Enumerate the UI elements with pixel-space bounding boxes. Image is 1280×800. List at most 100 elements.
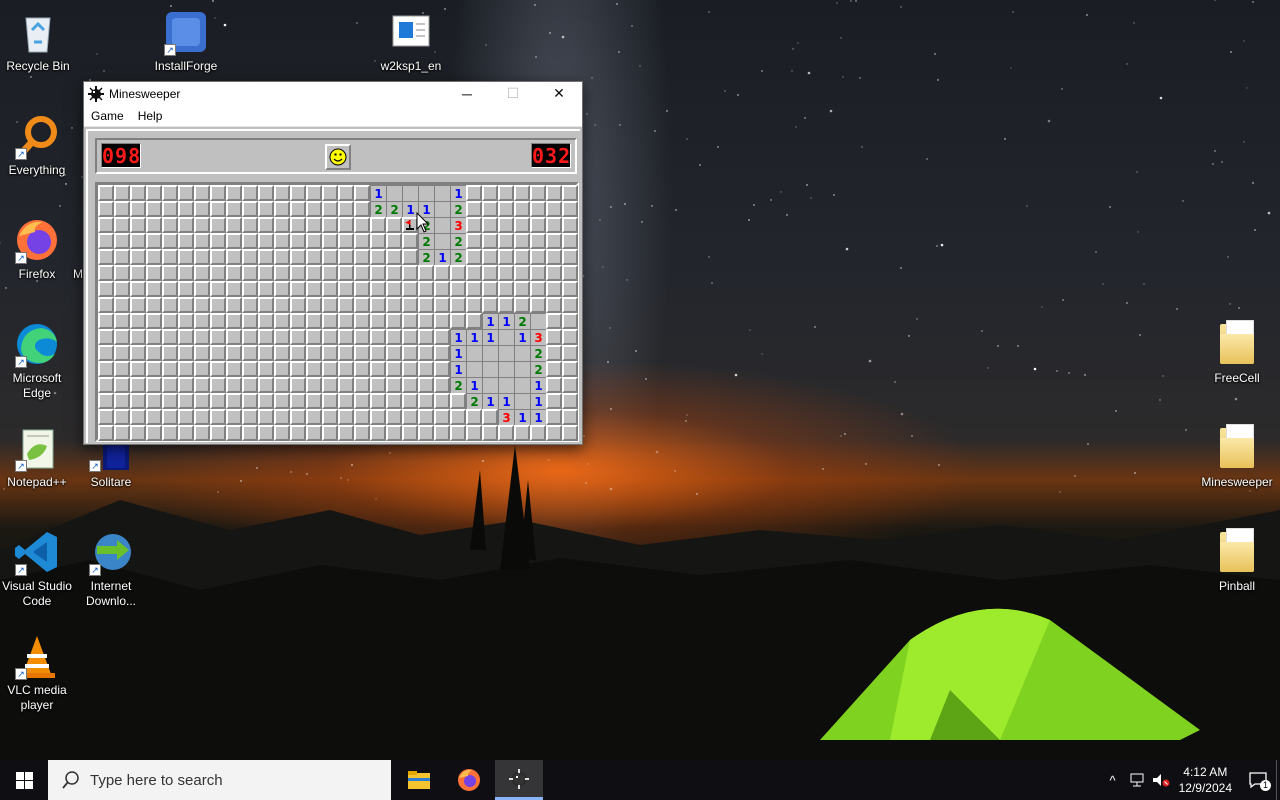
hidden-cell[interactable] bbox=[402, 313, 418, 329]
menu-help[interactable]: Help bbox=[131, 109, 170, 123]
hidden-cell[interactable] bbox=[210, 409, 226, 425]
hidden-cell[interactable] bbox=[146, 217, 162, 233]
hidden-cell[interactable] bbox=[226, 313, 242, 329]
hidden-cell[interactable] bbox=[450, 393, 466, 409]
hidden-cell[interactable] bbox=[162, 361, 178, 377]
hidden-cell[interactable] bbox=[322, 233, 338, 249]
hidden-cell[interactable] bbox=[370, 249, 386, 265]
hidden-cell[interactable] bbox=[178, 297, 194, 313]
desktop-icon-minesweeper-folder[interactable]: Minesweeper bbox=[1199, 424, 1275, 490]
number-cell[interactable]: 2 bbox=[450, 233, 466, 249]
hidden-cell[interactable] bbox=[546, 249, 562, 265]
number-cell[interactable]: 1 bbox=[466, 329, 482, 345]
hidden-cell[interactable] bbox=[98, 185, 114, 201]
hidden-cell[interactable] bbox=[114, 249, 130, 265]
hidden-cell[interactable] bbox=[98, 409, 114, 425]
hidden-cell[interactable] bbox=[450, 297, 466, 313]
hidden-cell[interactable] bbox=[274, 345, 290, 361]
hidden-cell[interactable] bbox=[338, 425, 354, 441]
hidden-cell[interactable] bbox=[258, 393, 274, 409]
hidden-cell[interactable] bbox=[466, 233, 482, 249]
hidden-cell[interactable] bbox=[402, 297, 418, 313]
hidden-cell[interactable] bbox=[274, 249, 290, 265]
hidden-cell[interactable] bbox=[322, 409, 338, 425]
hidden-cell[interactable] bbox=[386, 409, 402, 425]
hidden-cell[interactable] bbox=[322, 361, 338, 377]
number-cell[interactable]: 2 bbox=[530, 345, 546, 361]
hidden-cell[interactable] bbox=[322, 425, 338, 441]
revealed-cell[interactable] bbox=[386, 185, 402, 201]
hidden-cell[interactable] bbox=[466, 265, 482, 281]
hidden-cell[interactable] bbox=[322, 377, 338, 393]
number-cell[interactable]: 1 bbox=[466, 377, 482, 393]
hidden-cell[interactable] bbox=[514, 233, 530, 249]
hidden-cell[interactable] bbox=[178, 249, 194, 265]
hidden-cell[interactable] bbox=[386, 361, 402, 377]
new-game-button[interactable] bbox=[325, 144, 351, 170]
hidden-cell[interactable] bbox=[290, 329, 306, 345]
hidden-cell[interactable] bbox=[258, 409, 274, 425]
show-desktop-button[interactable] bbox=[1276, 760, 1280, 800]
hidden-cell[interactable] bbox=[562, 233, 578, 249]
hidden-cell[interactable] bbox=[530, 233, 546, 249]
hidden-cell[interactable] bbox=[546, 361, 562, 377]
notification-center-button[interactable]: 1 bbox=[1240, 760, 1276, 800]
desktop-icon-vlc[interactable]: ↗ VLC media player bbox=[0, 632, 75, 713]
hidden-cell[interactable] bbox=[114, 393, 130, 409]
hidden-cell[interactable] bbox=[338, 313, 354, 329]
revealed-cell[interactable] bbox=[402, 185, 418, 201]
hidden-cell[interactable] bbox=[546, 217, 562, 233]
hidden-cell[interactable] bbox=[242, 249, 258, 265]
revealed-cell[interactable] bbox=[514, 393, 530, 409]
hidden-cell[interactable] bbox=[274, 377, 290, 393]
desktop-icon-installforge[interactable]: ↗ InstallForge bbox=[148, 8, 224, 74]
hidden-cell[interactable] bbox=[98, 201, 114, 217]
hidden-cell[interactable] bbox=[114, 425, 130, 441]
hidden-cell[interactable] bbox=[306, 377, 322, 393]
hidden-cell[interactable] bbox=[130, 329, 146, 345]
hidden-cell[interactable] bbox=[226, 361, 242, 377]
menu-game[interactable]: Game bbox=[84, 109, 131, 123]
hidden-cell[interactable] bbox=[370, 377, 386, 393]
hidden-cell[interactable] bbox=[130, 281, 146, 297]
hidden-cell[interactable] bbox=[258, 217, 274, 233]
hidden-cell[interactable] bbox=[162, 217, 178, 233]
hidden-cell[interactable] bbox=[178, 345, 194, 361]
hidden-cell[interactable] bbox=[274, 425, 290, 441]
hidden-cell[interactable] bbox=[162, 265, 178, 281]
hidden-cell[interactable] bbox=[98, 297, 114, 313]
hidden-cell[interactable] bbox=[242, 425, 258, 441]
hidden-cell[interactable] bbox=[482, 233, 498, 249]
hidden-cell[interactable] bbox=[226, 265, 242, 281]
hidden-cell[interactable] bbox=[146, 329, 162, 345]
hidden-cell[interactable] bbox=[114, 361, 130, 377]
hidden-cell[interactable] bbox=[434, 393, 450, 409]
hidden-cell[interactable] bbox=[562, 249, 578, 265]
hidden-cell[interactable] bbox=[354, 281, 370, 297]
hidden-cell[interactable] bbox=[338, 297, 354, 313]
hidden-cell[interactable] bbox=[338, 217, 354, 233]
hidden-cell[interactable] bbox=[354, 409, 370, 425]
hidden-cell[interactable] bbox=[242, 201, 258, 217]
number-cell[interactable]: 1 bbox=[450, 361, 466, 377]
hidden-cell[interactable] bbox=[146, 185, 162, 201]
hidden-cell[interactable] bbox=[546, 377, 562, 393]
hidden-cell[interactable] bbox=[290, 313, 306, 329]
hidden-cell[interactable] bbox=[258, 297, 274, 313]
hidden-cell[interactable] bbox=[354, 233, 370, 249]
revealed-cell[interactable] bbox=[530, 313, 546, 329]
hidden-cell[interactable] bbox=[130, 409, 146, 425]
revealed-cell[interactable] bbox=[418, 185, 434, 201]
revealed-cell[interactable] bbox=[434, 217, 450, 233]
hidden-cell[interactable] bbox=[290, 265, 306, 281]
hidden-cell[interactable] bbox=[562, 329, 578, 345]
hidden-cell[interactable] bbox=[466, 201, 482, 217]
hidden-cell[interactable] bbox=[210, 217, 226, 233]
number-cell[interactable]: 2 bbox=[386, 201, 402, 217]
hidden-cell[interactable] bbox=[130, 201, 146, 217]
hidden-cell[interactable] bbox=[242, 313, 258, 329]
revealed-cell[interactable] bbox=[498, 329, 514, 345]
hidden-cell[interactable] bbox=[306, 345, 322, 361]
hidden-cell[interactable] bbox=[322, 185, 338, 201]
hidden-cell[interactable] bbox=[370, 409, 386, 425]
